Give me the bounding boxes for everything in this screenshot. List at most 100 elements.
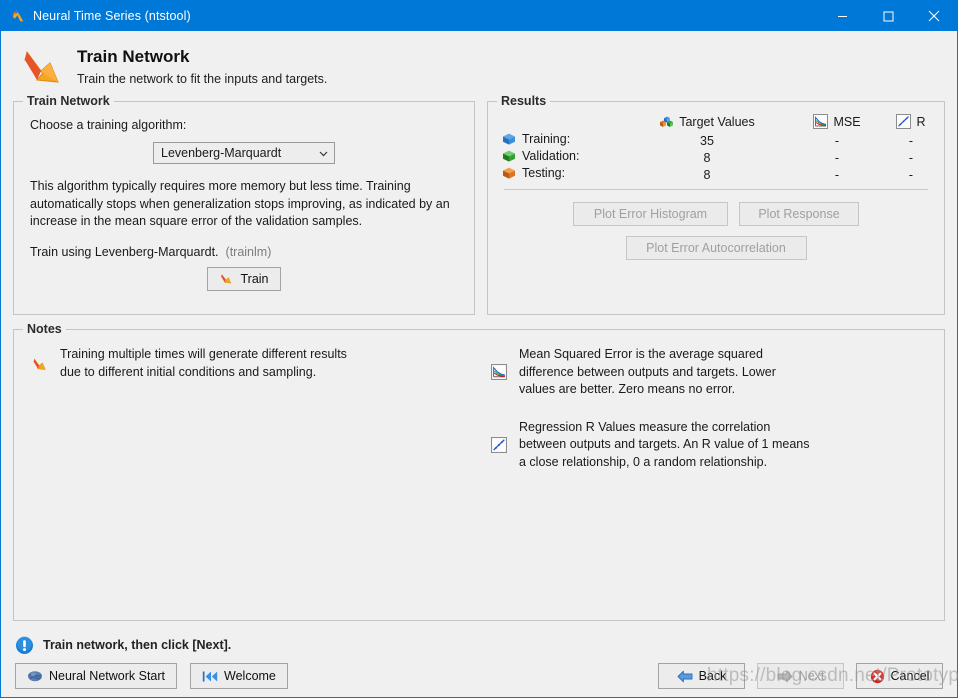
plot-response-label: Plot Response [758, 207, 840, 221]
row-testing-label: Testing: [502, 166, 632, 183]
row-training-text: Training: [522, 132, 571, 146]
notes-column-right: Mean Squared Error is the average square… [479, 346, 938, 620]
training-r: - [908, 133, 914, 148]
mse-chart-icon [489, 364, 509, 381]
row-training-label: Training: [502, 132, 632, 149]
results-table: Target Values MSE R Training: 35 - - Val… [502, 114, 930, 183]
train-network-icon [219, 271, 234, 286]
testing-r: - [908, 167, 914, 182]
next-label: Next [798, 669, 825, 683]
blue-cube-icon [502, 132, 516, 146]
page-title: Train Network [77, 46, 190, 66]
info-icon [15, 635, 34, 655]
orange-cube-icon [502, 166, 516, 180]
note-line: between outputs and targets. An R value … [519, 437, 810, 451]
main-panels: Train Network Choose a training algorith… [1, 94, 957, 315]
column-r: R [892, 114, 930, 132]
train-using-label: Train using Levenberg-Marquardt. [30, 244, 219, 259]
note-line: a close relationship, 0 a random relatio… [519, 454, 768, 469]
train-network-legend: Train Network [23, 94, 114, 108]
status-text: Train network, then click [Next]. [43, 638, 232, 652]
cubes-icon [659, 114, 674, 129]
column-mse: MSE [782, 114, 892, 132]
cancel-button[interactable]: Cancel [856, 663, 943, 689]
cancel-icon [870, 669, 885, 684]
train-network-icon [30, 355, 50, 373]
choose-algorithm-label: Choose a training algorithm: [30, 118, 187, 132]
mse-chart-icon [813, 114, 829, 129]
right-arrow-icon [777, 670, 793, 683]
plot-buttons-row-2: Plot Error Autocorrelation [502, 236, 930, 260]
notes-column-left: Training multiple times will generate di… [20, 346, 479, 620]
matlab-icon [1, 1, 31, 31]
page-subtitle: Train the network to fit the inputs and … [77, 71, 328, 86]
train-button-label: Train [240, 271, 269, 286]
results-panel: Results Target Values MSE R Training: 35… [487, 94, 945, 315]
testing-target-values: 8 [703, 167, 711, 182]
close-button[interactable] [911, 1, 957, 31]
table-row: Testing: 8 - - [502, 166, 930, 183]
cancel-label: Cancel [890, 669, 930, 683]
validation-r: - [908, 150, 914, 165]
column-r-label: R [916, 114, 926, 129]
green-cube-icon [502, 149, 516, 163]
train-network-panel: Train Network Choose a training algorith… [13, 94, 475, 315]
results-legend: Results [497, 94, 551, 108]
training-algorithm-value: Levenberg-Marquardt [161, 146, 282, 160]
note-line: difference between outputs and targets. … [519, 364, 776, 379]
minimize-button[interactable] [819, 1, 865, 31]
train-network-icon [15, 40, 71, 92]
plot-error-autocorrelation-label: Plot Error Autocorrelation [646, 241, 786, 255]
notes-legend: Notes [23, 322, 66, 336]
plot-buttons-row-1: Plot Error Histogram Plot Response [502, 202, 930, 226]
validation-mse: - [834, 150, 840, 165]
training-algorithm-select[interactable]: Levenberg-Marquardt [153, 142, 335, 164]
table-row: Validation: 8 - - [502, 149, 930, 166]
validation-target-values: 8 [703, 150, 711, 165]
note-item: Training multiple times will generate di… [30, 346, 469, 381]
note-text: Regression R Values measure the correlat… [519, 419, 809, 472]
note-line: due to different initial conditions and … [60, 364, 317, 379]
note-text: Training multiple times will generate di… [60, 346, 347, 381]
welcome-label: Welcome [224, 669, 276, 683]
algorithm-description: This algorithm typically requires more m… [30, 179, 450, 228]
testing-mse: - [834, 167, 840, 182]
left-arrow-icon [677, 670, 693, 683]
plot-error-histogram-label: Plot Error Histogram [593, 207, 708, 221]
table-row: Training: 35 - - [502, 132, 930, 149]
neural-network-start-label: Neural Network Start [49, 669, 166, 683]
maximize-button[interactable] [865, 1, 911, 31]
note-item: Regression R Values measure the correlat… [489, 419, 928, 472]
training-target-values: 35 [700, 133, 714, 148]
title-bar: Neural Time Series (ntstool) [1, 1, 957, 31]
column-target-values: Target Values [632, 114, 782, 132]
training-mse: - [834, 133, 840, 148]
back-label: Back [698, 669, 727, 683]
column-target-values-label: Target Values [679, 114, 755, 129]
note-line: Regression R Values measure the correlat… [519, 419, 771, 434]
next-button[interactable]: Next [757, 663, 844, 689]
row-validation-text: Validation: [522, 149, 580, 163]
plot-response-button[interactable]: Plot Response [739, 202, 859, 226]
note-line: Training multiple times will generate di… [60, 347, 347, 361]
note-line: values are better. Zero means no error. [519, 382, 736, 396]
regression-icon [896, 114, 912, 129]
welcome-button[interactable]: Welcome [190, 663, 288, 689]
row-testing-text: Testing: [522, 166, 566, 180]
results-header-row: Target Values MSE R [502, 114, 930, 132]
note-line: Mean Squared Error is the average square… [519, 347, 763, 361]
footer-bar: Neural Network Start Welcome Back Next C… [1, 657, 957, 689]
window-controls [819, 1, 957, 31]
train-button[interactable]: Train [207, 266, 281, 291]
window-title: Neural Time Series (ntstool) [33, 9, 191, 23]
neural-network-start-button[interactable]: Neural Network Start [15, 663, 178, 689]
status-bar: Train network, then click [Next]. [1, 621, 957, 657]
train-function-name: (trainlm) [225, 244, 272, 259]
results-divider [504, 189, 928, 190]
plot-error-histogram-button[interactable]: Plot Error Histogram [573, 202, 728, 226]
back-button[interactable]: Back [658, 663, 745, 689]
column-mse-label: MSE [833, 114, 861, 129]
row-validation-label: Validation: [502, 149, 632, 166]
plot-error-autocorrelation-button[interactable]: Plot Error Autocorrelation [625, 236, 807, 260]
brain-icon [27, 669, 43, 683]
